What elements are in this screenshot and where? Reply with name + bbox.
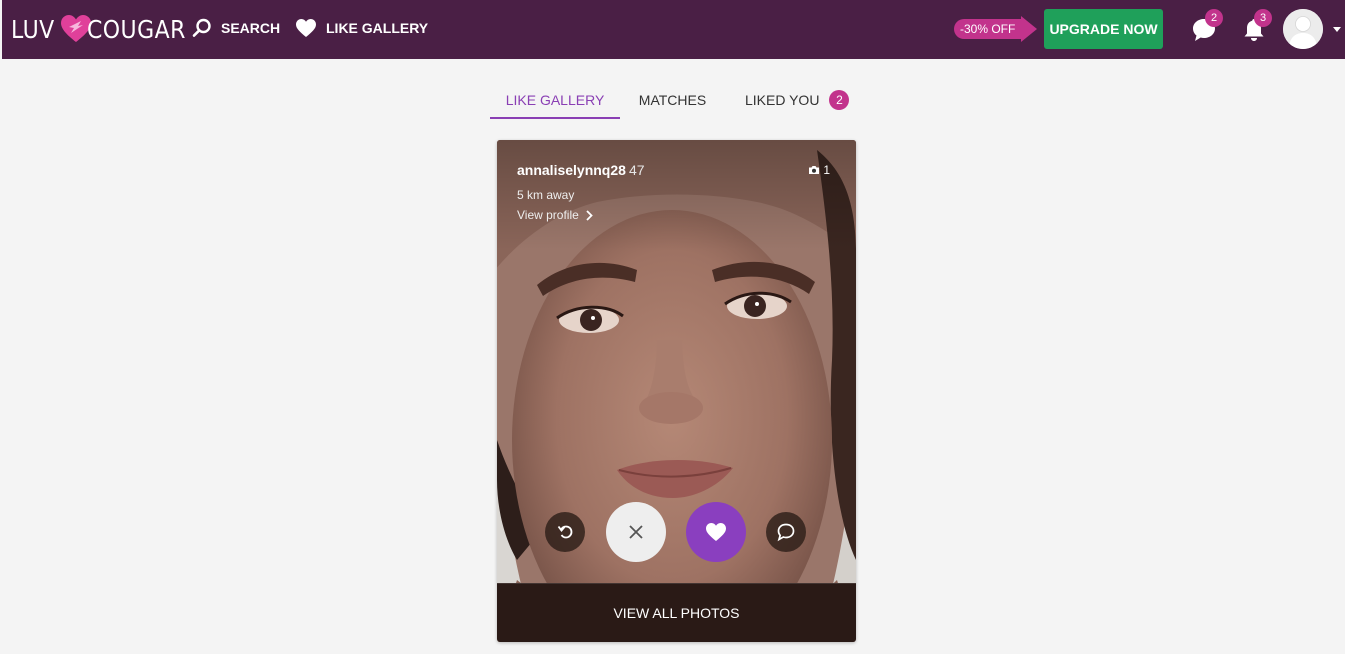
search-icon xyxy=(192,18,211,37)
messages-button[interactable]: 2 xyxy=(1189,9,1223,44)
heart-icon xyxy=(296,19,316,37)
chevron-right-icon xyxy=(586,209,593,221)
gallery-tabs: LIKE GALLERY MATCHES LIKED YOU 2 xyxy=(490,82,850,119)
notifications-button[interactable]: 3 xyxy=(1239,9,1272,44)
top-navigation-bar: LUV COUGAR SEARCH LIKE GALLERY -30% OFF … xyxy=(2,0,1345,59)
camera-icon xyxy=(809,166,820,174)
nav-search[interactable]: SEARCH xyxy=(192,18,280,38)
view-profile-link[interactable]: View profile xyxy=(517,208,593,222)
nav-search-label: SEARCH xyxy=(221,20,281,36)
tab-like-gallery-label: LIKE GALLERY xyxy=(505,92,605,108)
view-profile-label: View profile xyxy=(517,208,579,222)
send-message-button[interactable] xyxy=(766,512,806,552)
notifications-count-badge: 3 xyxy=(1254,9,1272,27)
profile-age: 47 xyxy=(628,162,645,178)
tab-matches-label: MATCHES xyxy=(638,92,707,108)
messages-count-badge: 2 xyxy=(1205,9,1223,27)
tab-liked-you-label: LIKED YOU xyxy=(745,92,820,108)
pass-button[interactable] xyxy=(606,502,666,562)
chat-bubble-icon xyxy=(777,523,795,542)
discount-arrow xyxy=(1021,16,1038,42)
upgrade-now-button[interactable]: UPGRADE NOW xyxy=(1044,9,1163,49)
logo-text-cougar: COUGAR xyxy=(86,14,186,44)
profile-username-text: annaliselynnq28 xyxy=(517,162,626,178)
discount-banner[interactable]: -30% OFF xyxy=(954,16,1038,42)
profile-distance: 5 km away xyxy=(517,188,575,202)
close-icon xyxy=(629,525,643,539)
photo-count: 1 xyxy=(808,163,830,177)
user-avatar[interactable] xyxy=(1283,9,1323,49)
logo-text-luv: LUV xyxy=(11,14,55,44)
nav-like-gallery-label: LIKE GALLERY xyxy=(326,20,429,36)
profile-card: annaliselynnq28 47 5 km away View profile… xyxy=(497,140,856,642)
profile-username[interactable]: annaliselynnq28 47 xyxy=(517,162,645,178)
nav-like-gallery[interactable]: LIKE GALLERY xyxy=(295,18,428,38)
tab-liked-you[interactable]: LIKED YOU 2 xyxy=(725,82,850,119)
tab-matches[interactable]: MATCHES xyxy=(620,82,725,119)
undo-button[interactable] xyxy=(545,512,585,552)
tab-like-gallery[interactable]: LIKE GALLERY xyxy=(490,82,620,119)
luvcougar-logo[interactable]: LUV COUGAR xyxy=(11,14,199,44)
avatar-placeholder-icon xyxy=(1283,9,1323,49)
caret-down-icon[interactable] xyxy=(1333,27,1341,32)
view-all-photos-button[interactable]: VIEW ALL PHOTOS xyxy=(497,583,856,642)
discount-label: -30% OFF xyxy=(954,19,1022,39)
liked-you-count-badge: 2 xyxy=(829,90,850,110)
undo-icon xyxy=(557,525,573,539)
photo-count-value: 1 xyxy=(823,163,830,177)
like-button[interactable] xyxy=(686,502,746,562)
heart-icon xyxy=(706,523,726,541)
